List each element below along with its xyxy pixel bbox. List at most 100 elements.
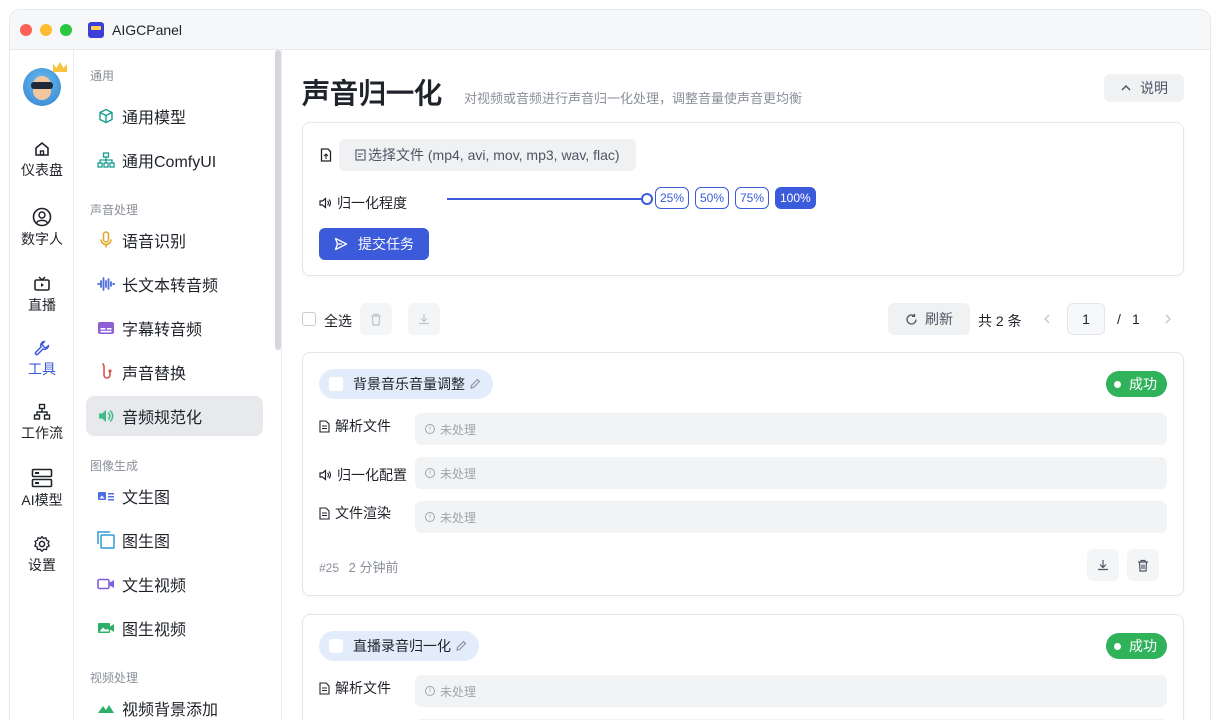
rail-item-dashboard[interactable]: 仪表盘 [10, 140, 74, 180]
page-number-input[interactable]: 1 [1067, 303, 1105, 335]
bulk-download-button[interactable] [408, 303, 440, 335]
app-window: AIGCPanel 仪表盘 数字人 直播 工具 工作流 AI模型 设置 通用 通… [10, 10, 1210, 720]
refresh-button[interactable]: 刷新 [888, 303, 970, 335]
rail-item-label: 数字人 [21, 231, 63, 247]
task-title-tag[interactable]: 背景音乐音量调整 [319, 369, 493, 399]
info-icon: i [425, 512, 435, 522]
status-text: 成功 [1129, 376, 1157, 392]
help-button[interactable]: 说明 [1104, 74, 1184, 102]
step-label-text: 归一化配置 [337, 467, 407, 483]
submit-task-button[interactable]: 提交任务 [319, 228, 429, 260]
rail-item-digital-human[interactable]: 数字人 [10, 207, 74, 249]
status-text: 成功 [1129, 638, 1157, 654]
video-image-icon [96, 618, 116, 638]
sidebar-item-long-text-tts[interactable]: 长文本转音频 [86, 264, 263, 304]
sidebar-item-image-to-video[interactable]: 图生视频 [86, 608, 263, 648]
sidebar-item-label: 文生视频 [122, 578, 187, 595]
sidebar-item-general-model[interactable]: 通用模型 [86, 96, 263, 136]
step-status-text: 未处理 [440, 510, 477, 525]
sidebar-item-label: 字幕转音频 [122, 322, 203, 339]
level-slider-track[interactable] [447, 198, 645, 200]
step-status-text: 未处理 [440, 422, 477, 437]
volume-icon [319, 469, 331, 481]
step-label-parse: 解析文件 [319, 416, 391, 436]
step-status-box: i 未处理 [415, 501, 1167, 533]
info-icon: i [425, 424, 435, 434]
select-all-checkbox[interactable] [302, 312, 316, 326]
server-icon [31, 468, 53, 488]
level-option-100[interactable]: 100% [775, 187, 816, 209]
rail-item-workflow[interactable]: 工作流 [10, 403, 74, 443]
sidebar-item-subtitle-tts[interactable]: 字幕转音频 [86, 308, 263, 348]
file-select-icon [355, 149, 366, 161]
file-icon [320, 148, 332, 162]
normalize-form-card: 选择文件 (mp4, avi, mov, mp3, wav, flac) 归一化… [302, 122, 1184, 276]
volume-icon [319, 197, 331, 209]
sidebar-item-general-comfyui[interactable]: 通用ComfyUI [86, 140, 263, 180]
sidebar-item-image-to-image[interactable]: 图生图 [86, 520, 263, 560]
close-window-button[interactable] [20, 24, 32, 36]
task-checkbox[interactable] [329, 377, 343, 391]
avatar[interactable] [23, 62, 67, 106]
select-file-button[interactable]: 选择文件 (mp4, avi, mov, mp3, wav, flac) [339, 139, 636, 171]
trash-icon [371, 313, 381, 326]
level-option-75[interactable]: 75% [735, 187, 770, 209]
page-separator: / [1117, 311, 1121, 327]
minimize-window-button[interactable] [40, 24, 52, 36]
level-option-25[interactable]: 25% [655, 187, 690, 209]
sidebar-item-label: 视频背景添加 [122, 702, 219, 719]
sidebar-item-audio-normalize[interactable]: 音频规范化 [86, 396, 263, 436]
bulk-delete-button[interactable] [360, 303, 392, 335]
rail-item-ai-model[interactable]: AI模型 [10, 468, 74, 510]
chevron-left-icon[interactable] [1043, 314, 1051, 324]
sidebar-item-label: 图生视频 [122, 622, 187, 639]
step-status-box: i 未处理 [415, 457, 1167, 489]
level-row-label: 归一化程度 [319, 193, 407, 213]
level-label: 归一化程度 [337, 195, 407, 211]
select-all-label: 全选 [324, 313, 352, 329]
microphone-icon [96, 230, 116, 250]
hierarchy-icon [96, 150, 116, 170]
info-icon: i [425, 468, 435, 478]
video-camera-icon [96, 574, 116, 594]
workflow-icon [33, 403, 51, 420]
refresh-label: 刷新 [925, 311, 953, 327]
sidebar-item-text-to-image[interactable]: 文生图 [86, 476, 263, 516]
main-content: 声音归一化 对视频或音频进行声音归一化处理，调整音量使声音更均衡 说明 选择文件… [282, 50, 1210, 720]
sidebar-item-video-background[interactable]: 视频背景添加 [86, 688, 263, 720]
task-title-tag[interactable]: 直播录音归一化 [319, 631, 479, 661]
task-checkbox[interactable] [329, 639, 343, 653]
sidebar-item-asr[interactable]: 语音识别 [86, 220, 263, 260]
sidebar-item-voice-replace[interactable]: 声音替换 [86, 352, 263, 392]
submit-task-label: 提交任务 [358, 236, 414, 252]
subtitle-icon [96, 318, 116, 338]
level-slider-handle[interactable] [641, 193, 653, 205]
sidebar-group-image: 图像生成 [90, 459, 139, 473]
document-icon [319, 506, 330, 520]
send-icon [334, 237, 348, 251]
edit-icon[interactable] [469, 378, 481, 390]
task-download-button[interactable] [1087, 549, 1119, 581]
sidebar-item-label: 通用ComfyUI [122, 154, 217, 171]
chevron-right-icon[interactable] [1164, 314, 1172, 324]
level-option-50[interactable]: 50% [695, 187, 730, 209]
sidebar-item-text-to-video[interactable]: 文生视频 [86, 564, 263, 604]
rail-item-label: 仪表盘 [21, 162, 63, 178]
wrench-icon [34, 340, 50, 356]
total-count: 共 2 条 [978, 313, 1022, 329]
edit-icon[interactable] [455, 640, 467, 652]
rail-item-settings[interactable]: 设置 [10, 535, 74, 575]
chevron-up-icon [1121, 84, 1131, 91]
home-icon [35, 141, 49, 156]
app-logo-icon [88, 22, 104, 38]
sidebar-item-label: 语音识别 [122, 234, 187, 251]
document-icon [319, 681, 330, 695]
maximize-window-button[interactable] [60, 24, 72, 36]
task-card: 背景音乐音量调整 成功 解析文件 i 未处理 归一化配置 i 未处理 文件渲染 i未… [302, 352, 1184, 596]
task-delete-button[interactable] [1127, 549, 1159, 581]
task-id: #25 [319, 561, 340, 575]
rail-item-tools[interactable]: 工具 [10, 339, 74, 379]
sidebar-scrollbar[interactable] [275, 50, 281, 350]
step-label-config: 归一化配置 [319, 465, 407, 485]
rail-item-live[interactable]: 直播 [10, 275, 74, 315]
